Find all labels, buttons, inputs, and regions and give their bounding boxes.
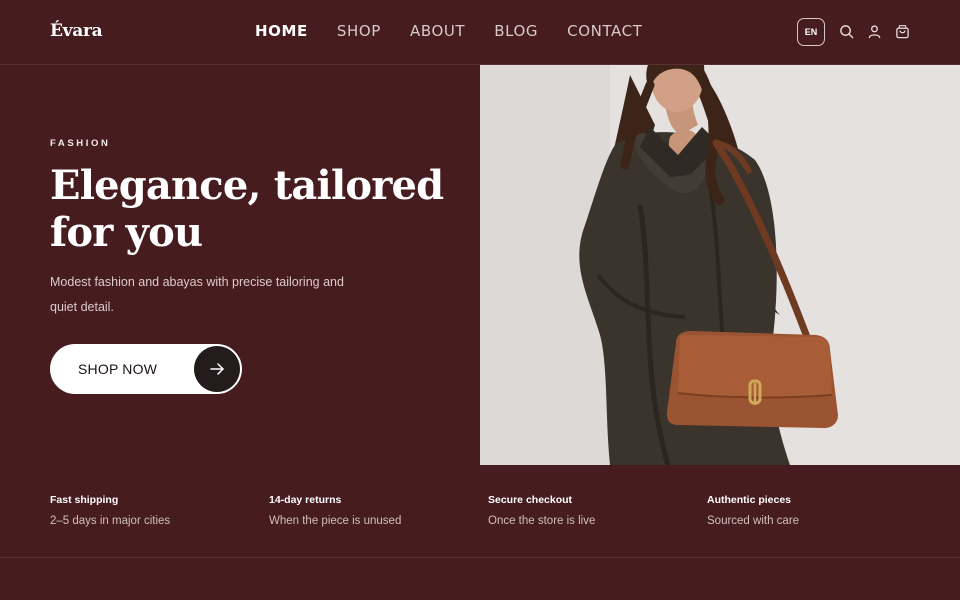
main-nav: HOME SHOP ABOUT BLOG CONTACT — [255, 22, 643, 40]
feature-title: 14-day returns — [269, 494, 342, 506]
brand-logo[interactable]: Évara — [50, 21, 103, 41]
hero-title: Elegance, tailored for you — [50, 162, 444, 256]
feature-text: 2–5 days in major cities — [50, 515, 171, 527]
nav-item-shop[interactable]: SHOP — [337, 22, 381, 40]
arrow-right-icon — [194, 346, 240, 392]
hero-subtitle: Modest fashion and abayas with precise t… — [50, 275, 344, 314]
nav-item-about[interactable]: ABOUT — [410, 22, 465, 40]
feature-item: Authentic pieces Sourced with care — [707, 494, 926, 527]
feature-title: Fast shipping — [50, 494, 119, 506]
nav-item-blog[interactable]: BLOG — [494, 22, 538, 40]
feature-text: When the piece is unused — [269, 515, 402, 527]
feature-item: 14-day returns When the piece is unused — [269, 494, 488, 527]
hero-image — [480, 65, 960, 465]
nav-item-contact[interactable]: CONTACT — [567, 22, 642, 40]
feature-title: Secure checkout — [488, 494, 573, 506]
cart-icon[interactable] — [895, 24, 910, 39]
shop-now-button[interactable]: SHOP NOW — [50, 344, 242, 394]
site-header: Évara HOME SHOP ABOUT BLOG CONTACT EN — [0, 0, 960, 65]
section-divider — [0, 557, 960, 558]
feature-title: Authentic pieces — [707, 494, 792, 506]
feature-item: Secure checkout Once the store is live — [488, 494, 707, 527]
user-icon[interactable] — [867, 24, 882, 39]
hero-eyebrow: FASHION — [50, 138, 111, 149]
features-row: Fast shipping 2–5 days in major cities 1… — [50, 494, 960, 527]
language-selector[interactable]: EN — [797, 18, 825, 46]
feature-text: Once the store is live — [488, 515, 596, 527]
feature-text: Sourced with care — [707, 515, 800, 527]
nav-item-home[interactable]: HOME — [255, 22, 308, 40]
search-icon[interactable] — [839, 24, 854, 39]
feature-item: Fast shipping 2–5 days in major cities — [50, 494, 269, 527]
shop-now-label: SHOP NOW — [78, 361, 158, 377]
